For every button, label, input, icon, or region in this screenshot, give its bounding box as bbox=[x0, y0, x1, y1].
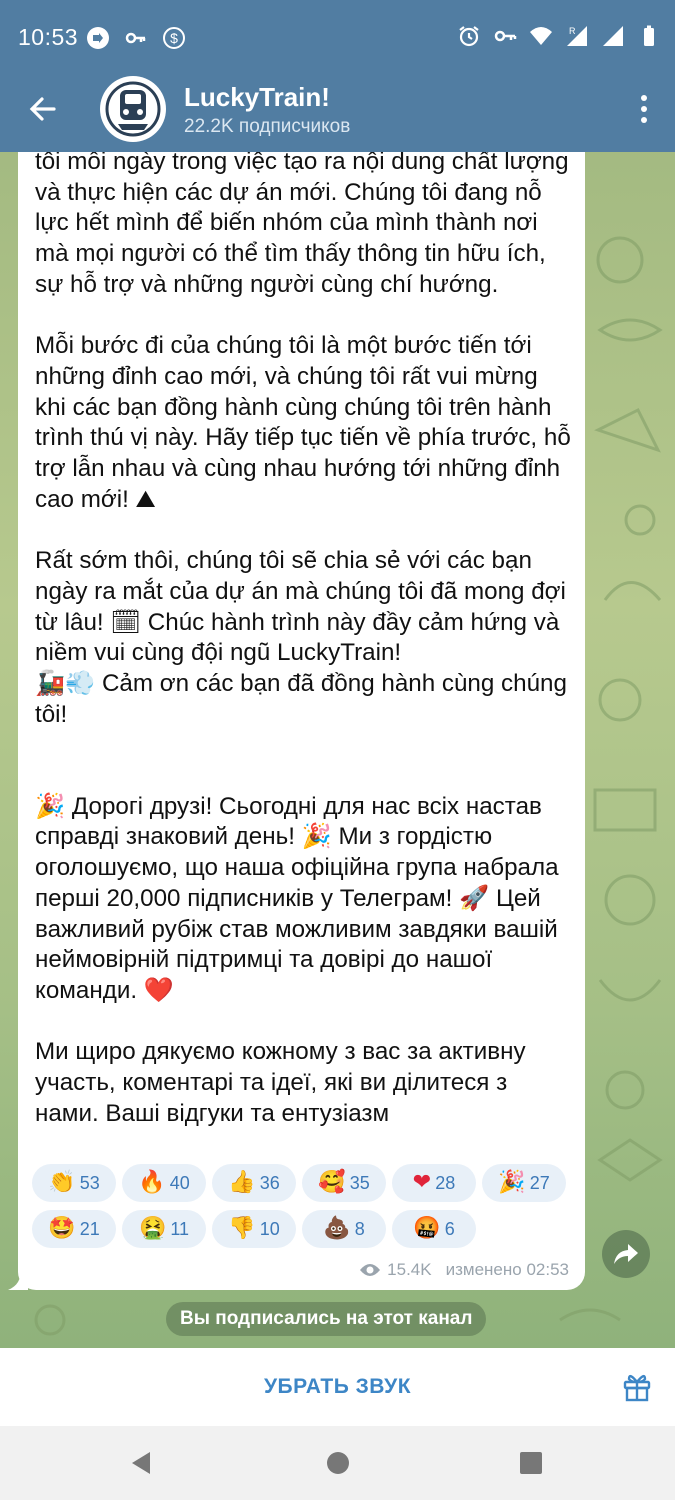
fire-icon: 🔥 bbox=[138, 1170, 166, 1195]
reaction-chip-heart[interactable]: ❤ 28 bbox=[392, 1164, 476, 1202]
channel-header: LuckyTrain! 22.2K подписчиков bbox=[0, 76, 675, 152]
reaction-count: 6 bbox=[444, 1218, 455, 1239]
android-nav-bar bbox=[0, 1426, 675, 1500]
reaction-count: 27 bbox=[529, 1172, 550, 1193]
reaction-count: 10 bbox=[259, 1218, 280, 1239]
reaction-count: 21 bbox=[79, 1218, 100, 1239]
nav-back-icon[interactable] bbox=[128, 1450, 154, 1476]
channel-title[interactable]: LuckyTrain! bbox=[184, 82, 330, 113]
status-bar: 10:53 $ R bbox=[0, 0, 675, 76]
battery-icon bbox=[644, 25, 654, 46]
reaction-chip-party[interactable]: 🎉 27 bbox=[482, 1164, 566, 1202]
clap-icon: 👏 bbox=[48, 1170, 76, 1195]
back-arrow-icon[interactable] bbox=[26, 92, 60, 126]
post-paragraph-1: tôi mỗi ngày trong việc tạo ra nội dung … bbox=[35, 152, 569, 298]
more-vertical-icon[interactable] bbox=[639, 94, 649, 124]
reaction-count: 36 bbox=[259, 1172, 280, 1193]
reaction-chip-clap[interactable]: 👏 53 bbox=[32, 1164, 116, 1202]
thumbs-up-icon: 👍 bbox=[228, 1170, 256, 1195]
mute-button[interactable]: УБРАТЬ ЗВУК bbox=[0, 1348, 675, 1426]
nav-home-icon[interactable] bbox=[325, 1450, 351, 1476]
reaction-chip-star-eyes[interactable]: 🤩 21 bbox=[32, 1210, 116, 1248]
vpn-key-icon bbox=[494, 30, 517, 42]
post-paragraph-5: 🎉 Дорогі друзі! Сьогодні для нас всіх на… bbox=[35, 792, 559, 1004]
cursing-face-icon: 🤬 bbox=[413, 1216, 441, 1241]
status-time: 10:53 bbox=[18, 24, 79, 50]
thumbs-down-icon: 👎 bbox=[228, 1216, 256, 1241]
star-struck-icon: 🤩 bbox=[48, 1216, 76, 1241]
reactions-bar: 👏 53 🔥 40 👍 36 🥰 35 ❤ 28 🎉 27 🤩 21 🤮 11 👎 10 💩 8 🤬… bbox=[32, 1164, 577, 1256]
train-logo-icon bbox=[102, 78, 164, 140]
heart-icon: ❤ bbox=[412, 1170, 432, 1195]
reaction-count: 8 bbox=[354, 1218, 365, 1239]
reaction-chip-thumbs-down[interactable]: 👎 10 bbox=[212, 1210, 296, 1248]
cast-icon bbox=[87, 27, 109, 49]
svg-text:$: $ bbox=[170, 30, 178, 46]
reaction-chip-cursing[interactable]: 🤬 6 bbox=[392, 1210, 476, 1248]
reaction-count: 11 bbox=[170, 1218, 190, 1239]
post-paragraph-2: Mỗi bước đi của chúng tôi là một bước ti… bbox=[35, 332, 571, 513]
subscriber-count: 22.2K подписчиков bbox=[184, 116, 351, 137]
reaction-chip-vomit[interactable]: 🤮 11 bbox=[122, 1210, 206, 1248]
share-icon bbox=[614, 1244, 638, 1264]
post-paragraph-4: 🚂💨 Cảm ơn các bạn đã đồng hành cùng chún… bbox=[35, 669, 567, 728]
share-button[interactable] bbox=[602, 1230, 650, 1278]
svg-text:R: R bbox=[569, 26, 576, 36]
view-count: 15.4K bbox=[387, 1260, 432, 1279]
alarm-icon bbox=[459, 26, 479, 47]
reaction-count: 40 bbox=[169, 1172, 190, 1193]
post-text: tôi mỗi ngày trong việc tạo ra nội dung … bbox=[35, 152, 575, 1129]
gift-icon[interactable] bbox=[621, 1370, 653, 1402]
reaction-chip-poop[interactable]: 💩 8 bbox=[302, 1210, 386, 1248]
signal-icon-2 bbox=[603, 26, 623, 46]
reaction-count: 53 bbox=[79, 1172, 100, 1193]
dollar-icon: $ bbox=[163, 27, 185, 49]
post-paragraph-6: Ми щиро дякуємо кожному з вас за активну… bbox=[35, 1038, 526, 1127]
reaction-count: 35 bbox=[349, 1172, 370, 1193]
smiling-hearts-icon: 🥰 bbox=[318, 1170, 346, 1195]
reaction-chip-love-face[interactable]: 🥰 35 bbox=[302, 1164, 386, 1202]
reaction-chip-fire[interactable]: 🔥 40 bbox=[122, 1164, 206, 1202]
bottom-action-bar: УБРАТЬ ЗВУК bbox=[0, 1348, 675, 1426]
reaction-chip-thumbs-up[interactable]: 👍 36 bbox=[212, 1164, 296, 1202]
nav-recents-icon[interactable] bbox=[518, 1450, 544, 1476]
eye-icon bbox=[360, 1264, 381, 1276]
vomiting-face-icon: 🤮 bbox=[138, 1216, 167, 1241]
key-icon bbox=[125, 32, 146, 44]
poop-icon: 💩 bbox=[323, 1216, 351, 1241]
post-paragraph-3: Rất sớm thôi, chúng tôi sẽ chia sẻ với c… bbox=[35, 547, 566, 667]
wifi-icon bbox=[530, 27, 552, 45]
edited-timestamp: изменено 02:53 bbox=[445, 1260, 569, 1279]
channel-post-bubble[interactable]: tôi mỗi ngày trong việc tạo ra nội dung … bbox=[18, 152, 585, 1290]
post-meta: 15.4K изменено 02:53 bbox=[359, 1260, 569, 1280]
party-popper-icon: 🎉 bbox=[498, 1170, 526, 1195]
reaction-count: 28 bbox=[435, 1172, 456, 1193]
service-message-subscribed: Вы подписались на этот канал bbox=[166, 1302, 487, 1336]
signal-icon: R bbox=[567, 26, 587, 46]
channel-avatar[interactable] bbox=[100, 76, 166, 142]
